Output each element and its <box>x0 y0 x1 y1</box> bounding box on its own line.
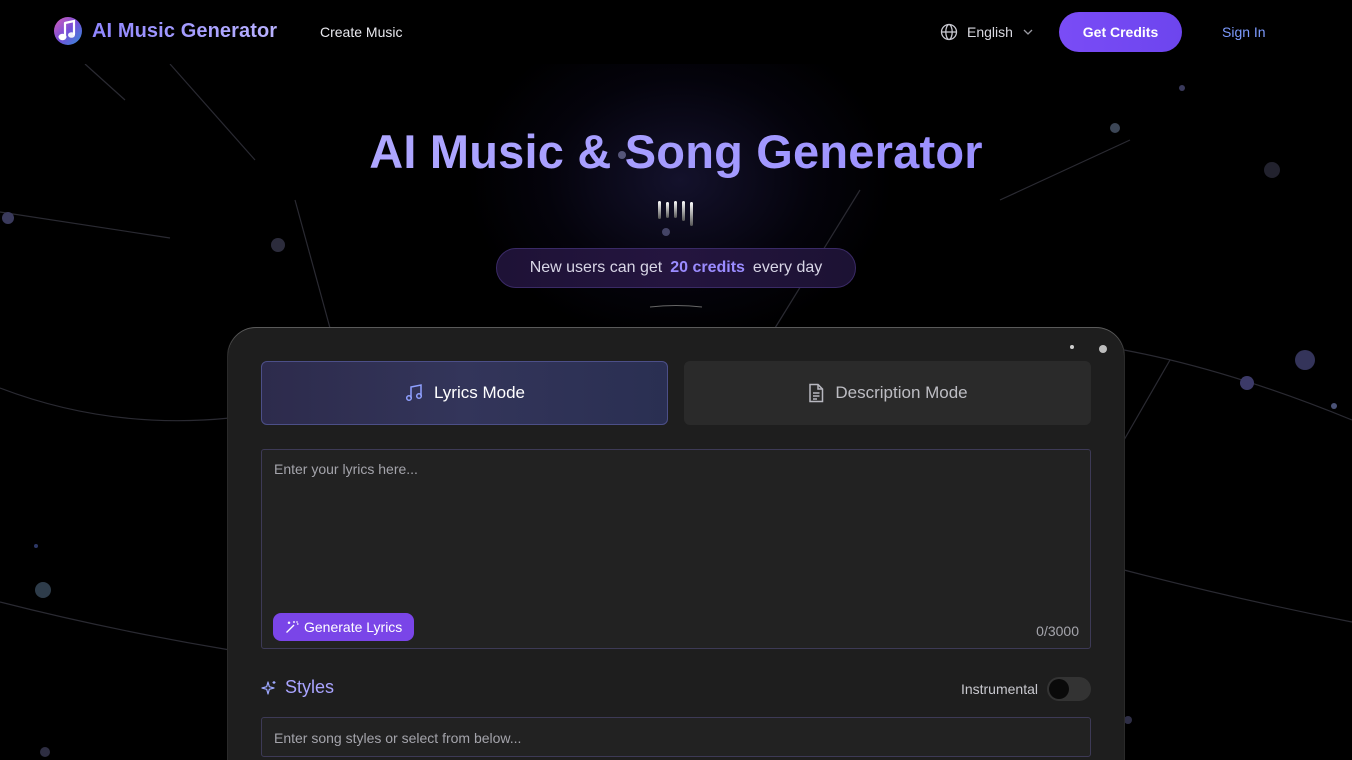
instrumental-label: Instrumental <box>960 681 1038 697</box>
get-credits-button[interactable]: Get Credits <box>1059 12 1182 52</box>
promo-prefix: New users can get <box>529 259 663 276</box>
chevron-down-icon <box>1023 29 1033 35</box>
magic-wand-icon <box>286 621 299 633</box>
globe-icon <box>940 23 958 41</box>
brand-name[interactable]: AI Music Generator <box>92 20 277 43</box>
music-note-logo-icon[interactable] <box>52 15 84 47</box>
tab-description-mode[interactable]: Description Mode <box>684 361 1091 425</box>
generate-lyrics-label: Generate Lyrics <box>304 619 403 635</box>
music-note-icon <box>405 384 423 402</box>
sparkles-icon <box>261 680 276 695</box>
tab-lyrics-mode[interactable]: Lyrics Mode <box>261 361 668 425</box>
promo-credits-highlight: 20 credits <box>670 259 745 276</box>
instrumental-toggle[interactable] <box>1047 677 1091 701</box>
styles-title: Styles <box>261 677 334 698</box>
lyrics-placeholder: Enter your lyrics here... <box>274 461 418 477</box>
styles-header: Styles Instrumental <box>261 677 1091 701</box>
language-selector[interactable]: English <box>940 22 1034 42</box>
styles-placeholder: Enter song styles or select from below..… <box>274 730 522 746</box>
generate-lyrics-button[interactable]: Generate Lyrics <box>273 613 415 641</box>
sign-in-link[interactable]: Sign In <box>1222 24 1266 40</box>
page-title: AI Music & Song Generator <box>0 124 1352 179</box>
toggle-knob <box>1049 679 1069 699</box>
top-navbar: AI Music Generator Create Music English … <box>0 0 1352 64</box>
promo-suffix: every day <box>752 259 823 276</box>
document-icon <box>809 383 824 403</box>
nav-create-music[interactable]: Create Music <box>320 24 402 40</box>
language-label: English <box>967 24 1013 40</box>
instrumental-control: Instrumental <box>961 677 1091 701</box>
styles-label: Styles <box>285 677 335 697</box>
styles-input[interactable]: Enter song styles or select from below..… <box>261 717 1091 757</box>
new-user-promo-badge: New users can get 20 credits every day <box>496 248 856 288</box>
tab-label: Description Mode <box>835 383 968 402</box>
tab-label: Lyrics Mode <box>433 383 525 402</box>
audio-bars-icon <box>658 201 693 226</box>
lyrics-textarea[interactable]: Enter your lyrics here... Generate Lyric… <box>261 449 1091 649</box>
lyrics-char-count: 0/3000 <box>1036 623 1079 639</box>
generator-panel: Lyrics Mode Description Mode Enter your … <box>228 328 1124 760</box>
